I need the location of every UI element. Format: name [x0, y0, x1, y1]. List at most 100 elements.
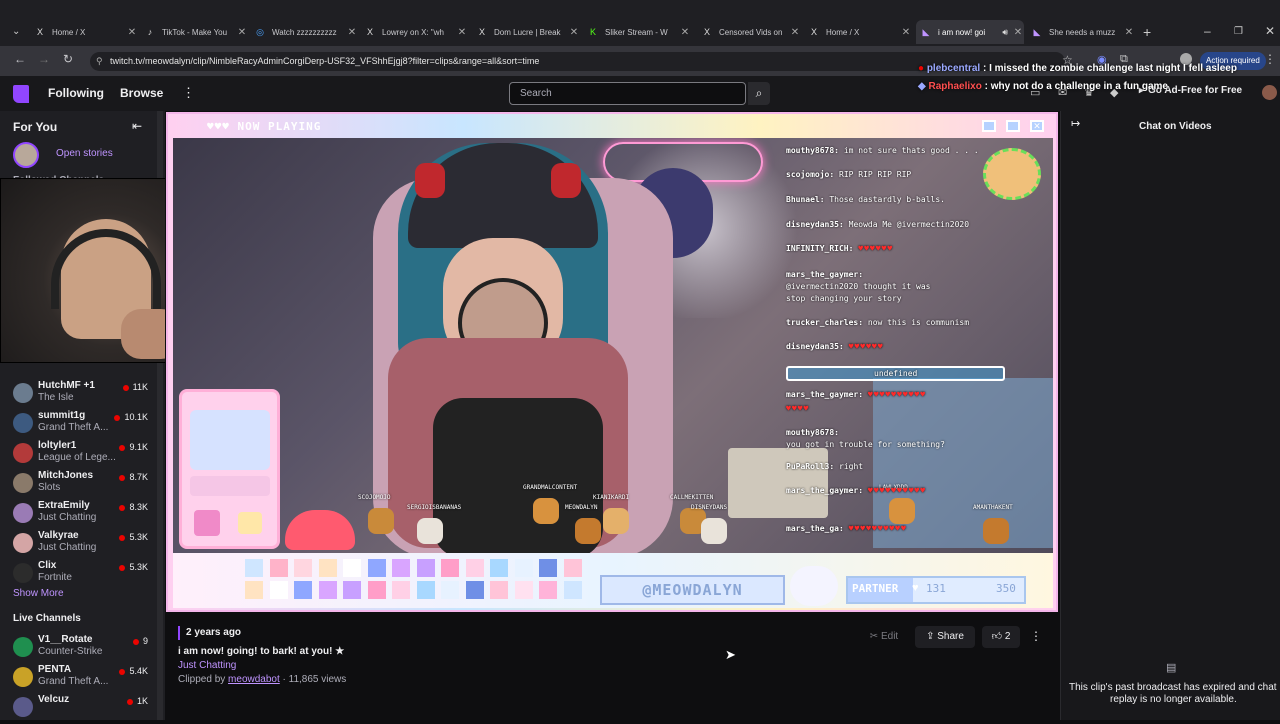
minimize-icon[interactable]: – — [1204, 24, 1211, 38]
channel-avatar — [13, 413, 33, 433]
channel-game: League of Lege... — [38, 452, 116, 463]
channel-viewers: 9.1K — [119, 442, 148, 452]
live-dot-icon — [119, 668, 126, 675]
share-icon: ⇪ — [926, 631, 935, 642]
like-button[interactable]: 👍︎ 2 — [982, 626, 1020, 648]
twitch-icon: ◣ — [922, 26, 930, 37]
sidebar-channel-item[interactable]: Valkyrae Just Chatting 5.3K — [0, 530, 160, 560]
browser-tab[interactable]: X Home / X ✕ — [30, 22, 138, 42]
browser-tab[interactable]: X Lowrey on X: "wh ✕ — [360, 22, 468, 42]
palette-swatch — [490, 581, 508, 599]
nav-following-link[interactable]: Following — [48, 86, 104, 100]
clipper-link[interactable]: meowdabot — [228, 674, 280, 685]
thumbs-up-icon: 👍︎ — [991, 631, 1003, 642]
channel-viewers: 11K — [122, 382, 148, 392]
clip-category-link[interactable]: Just Chatting — [178, 660, 236, 671]
show-more-link[interactable]: Show More — [13, 588, 64, 599]
stories-avatar[interactable] — [13, 142, 39, 168]
user-avatar[interactable] — [1262, 85, 1277, 100]
sidebar-channel-item[interactable]: ExtraEmily Just Chatting 8.3K — [0, 500, 160, 530]
browser-tab[interactable]: X Censored Vids on ✕ — [697, 22, 801, 42]
channel-avatar — [13, 443, 33, 463]
twitch-logo-icon[interactable] — [13, 85, 29, 103]
sidebar-channel-item[interactable]: Clix Fortnite 5.3K — [0, 560, 160, 590]
channel-avatar — [13, 473, 33, 493]
clipped-by-line: Clipped by meowdabot · 11,865 views — [178, 674, 346, 685]
sidebar-channel-item[interactable]: loltyler1 League of Lege... 9.1K — [0, 440, 160, 470]
streamer-handle: @MEOWDALYN — [600, 575, 785, 605]
site-info-icon[interactable]: ⚲ — [96, 52, 103, 71]
color-palette — [209, 559, 619, 603]
palette-swatch — [367, 581, 386, 599]
sidebar-channel-item[interactable]: summit1g Grand Theft A... 10.1K — [0, 410, 160, 440]
ear-left — [415, 163, 445, 198]
share-button[interactable]: ⇪ Share — [915, 626, 975, 648]
tab-title: Censored Vids on — [719, 27, 783, 37]
pet-name-label: CALLMEKITTEN — [670, 494, 714, 501]
forward-arrow-icon[interactable]: → — [36, 52, 52, 66]
search-input[interactable]: Search — [509, 82, 746, 105]
overlay-chat-message: Bhunael: Those dastardly b-balls. — [786, 195, 945, 204]
nav-browse-link[interactable]: Browse — [120, 86, 163, 100]
gacha-window — [190, 410, 270, 470]
maximize-icon[interactable]: ❐ — [1234, 26, 1243, 37]
live-dot-icon: ● — [918, 63, 925, 74]
palette-swatch — [392, 581, 410, 599]
tab-close-icon[interactable]: ✕ — [568, 27, 580, 38]
back-arrow-icon[interactable]: ← — [12, 52, 28, 66]
browser-tab[interactable]: X Dom Lucre | Break ✕ — [472, 22, 580, 42]
tab-close-icon[interactable]: ✕ — [456, 27, 468, 38]
pixel-pet-icon — [533, 498, 559, 524]
expand-chat-icon[interactable]: ↦ — [1071, 117, 1080, 130]
live-channel-item[interactable]: PENTA Grand Theft A... 5.4K — [0, 664, 160, 694]
edit-label: Edit — [880, 631, 899, 642]
chat-username: disneydan35: — [786, 342, 844, 351]
viewer-count: 5.3K — [129, 562, 148, 572]
browser-menu-icon[interactable]: ⋮ — [1264, 52, 1276, 66]
edit-button[interactable]: ✂ Edit — [860, 626, 908, 648]
open-stories-link[interactable]: Open stories — [56, 148, 113, 159]
tab-close-icon[interactable]: ✕ — [789, 27, 801, 38]
live-channel-item[interactable]: V1__Rotate Counter-Strike 9 — [0, 634, 160, 664]
browser-tab[interactable]: ◣ She needs a muzz ✕ — [1027, 22, 1135, 42]
tab-close-icon[interactable]: ✕ — [236, 27, 248, 38]
sidebar-channel-item[interactable]: HutchMF +1 The Isle 11K — [0, 380, 160, 410]
gacha-button-left — [194, 510, 220, 536]
overlay-chat-message: disneydan35: Meowda Me @ivermectin2020 — [786, 220, 969, 229]
window-close-icon[interactable]: ✕ — [1265, 24, 1275, 38]
tab-close-icon[interactable]: ✕ — [1123, 27, 1135, 38]
palette-swatch — [343, 581, 361, 599]
tab-list-chevron-icon[interactable]: ⌄ — [12, 26, 20, 37]
channel-game: Just Chatting — [38, 542, 97, 553]
tab-close-icon[interactable]: ✕ — [346, 27, 358, 38]
palette-swatch — [490, 559, 508, 577]
chat-panel-title: Chat on Videos — [1139, 121, 1212, 132]
search-button[interactable]: ⌕ — [748, 82, 770, 105]
tab-audio-icon[interactable]: 🔊︎ — [1002, 27, 1008, 38]
channel-name: Clix — [38, 560, 57, 571]
nav-more-icon[interactable]: ⋮ — [182, 85, 195, 101]
sidebar-channel-item[interactable]: MitchJones Slots 8.7K — [0, 470, 160, 500]
tab-close-icon[interactable]: ✕ — [900, 27, 912, 38]
tab-close-icon[interactable]: ✕ — [679, 27, 691, 38]
overlay-chat-message: undefined — [786, 366, 1006, 381]
x-logo-icon: X — [36, 27, 43, 37]
palette-swatch — [563, 581, 582, 599]
browser-tab[interactable]: K Sliker Stream - W ✕ — [583, 22, 691, 42]
new-tab-plus-icon[interactable]: + — [1143, 24, 1151, 40]
collapse-sidebar-icon[interactable]: ⇤ — [132, 119, 142, 133]
tab-close-icon[interactable]: ✕ — [126, 27, 138, 38]
viewer-count: 9 — [142, 636, 148, 646]
clip-more-options-icon[interactable]: ⋮ — [1030, 629, 1042, 643]
reload-icon[interactable]: ↻ — [60, 52, 76, 66]
tab-title: TikTok - Make You — [162, 27, 228, 37]
overlay-maximize-icon — [1006, 120, 1020, 132]
browser-tab[interactable]: X Home / X ✕ — [804, 22, 912, 42]
top-chat-line-1: ● plebcentral : I missed the zombie chal… — [918, 63, 1237, 74]
chat-username: trucker_charles: — [786, 318, 864, 327]
browser-tab[interactable]: ◎ Watch zzzzzzzzzz ✕ — [250, 22, 358, 42]
tab-close-icon[interactable]: ✕ — [1012, 27, 1024, 38]
browser-tab[interactable]: ♪ TikTok - Make You ✕ — [140, 22, 248, 42]
palette-swatch — [367, 559, 386, 577]
browser-tab[interactable]: ◣ i am now! goi ✕ 🔊︎ — [916, 20, 1024, 44]
